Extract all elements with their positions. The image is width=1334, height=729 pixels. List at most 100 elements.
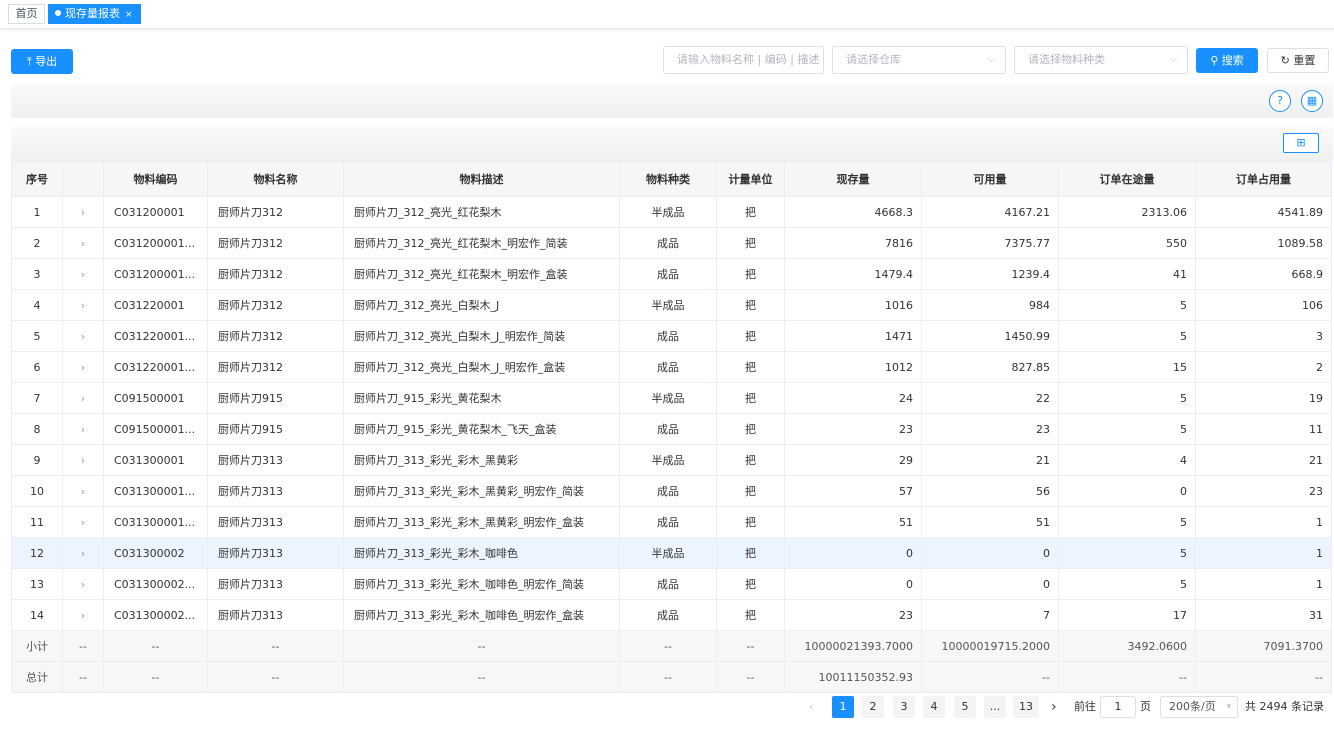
help-icon[interactable]: ? [1269,90,1291,112]
cell-material-name: 厨师片刀312 [207,227,344,259]
cell-unit: 把 [716,444,785,476]
table-row[interactable]: 11 › C031300001... 厨师片刀313 厨师片刀_313_彩光_彩木_黑黄… [11,506,1332,538]
expand-chevron-icon[interactable]: › [62,413,104,445]
prev-page-icon[interactable]: ‹ [809,696,813,718]
column-settings-icon[interactable]: ⊞ [1283,133,1319,153]
table-row[interactable]: 4 › C031220001 厨师片刀312 厨师片刀_312_亮光_白梨木_J 半成品把… [11,289,1332,321]
cell-material-desc: 厨师片刀_312_亮光_红花梨木_明宏作_盒装 [343,258,620,290]
cell-index: 7 [11,382,63,414]
cell-on-hand: 0 [784,568,922,600]
tab-home[interactable]: 首页 [8,4,45,24]
header-material-name[interactable]: 物料名称 [207,161,344,197]
expand-chevron-icon[interactable]: › [62,320,104,352]
cell-on-hand: 1471 [784,320,922,352]
cell-index: 8 [11,413,63,445]
cell-in-transit: 0 [1058,475,1196,507]
cell-allocated: 1 [1195,537,1332,569]
cell-index: 1 [11,196,63,228]
page-2[interactable]: 2 [862,696,884,718]
subtotal-row[interactable]: 小计 -- -- -- -- -- -- 10000021393.7000 1000001971… [11,630,1332,662]
expand-chevron-icon[interactable]: › [62,475,104,507]
expand-chevron-icon[interactable]: › [62,227,104,259]
table-row[interactable]: 13 › C031300002... 厨师片刀313 厨师片刀_313_彩光_彩木_咖啡… [11,568,1332,600]
cell-unit: 把 [716,568,785,600]
table-row[interactable]: 10 › C031300001... 厨师片刀313 厨师片刀_313_彩光_彩木_黑黄… [11,475,1332,507]
cell-material-type: 成品 [619,227,717,259]
table-row[interactable]: 2 › C031200001... 厨师片刀312 厨师片刀_312_亮光_红花梨木_明… [11,227,1332,259]
expand-chevron-icon[interactable]: › [62,568,104,600]
export-label: 导出 [35,55,58,68]
expand-chevron-icon[interactable]: › [62,196,104,228]
cell-on-hand: 23 [784,413,922,445]
table-header-row: 序号 物料编码 物料名称 物料描述 物料种类 计量单位 现存量 可用量 订单在途… [11,161,1332,197]
expand-chevron-icon[interactable]: › [62,289,104,321]
expand-chevron-icon[interactable]: › [62,258,104,290]
tab-inventory-report[interactable]: 现存量报表 × [48,4,141,24]
header-available[interactable]: 可用量 [921,161,1059,197]
caret-down-icon: ▾ [1226,702,1231,712]
close-icon[interactable]: × [125,10,133,20]
next-page-icon[interactable]: › [1051,696,1057,718]
expand-chevron-icon[interactable]: › [62,444,104,476]
cell-available: -- [921,661,1059,693]
cell-available: 7 [921,599,1059,631]
expand-chevron-icon[interactable]: › [62,382,104,414]
header-in-transit[interactable]: 订单在途量 [1058,161,1196,197]
cell-material-desc: 厨师片刀_313_彩光_彩木_黑黄彩_明宏作_简装 [343,475,620,507]
header-material-desc[interactable]: 物料描述 [343,161,620,197]
table-row[interactable]: 8 › C091500001... 厨师片刀915 厨师片刀_915_彩光_黄花梨木_飞… [11,413,1332,445]
page-3[interactable]: 3 [893,696,915,718]
page-5[interactable]: 5 [954,696,976,718]
page-ellipsis[interactable]: ... [984,696,1006,718]
table-row[interactable]: 3 › C031200001... 厨师片刀312 厨师片刀_312_亮光_红花梨木_明… [11,258,1332,290]
total-row[interactable]: 总计 -- -- -- -- -- -- 10011150352.93 -- -- -- [11,661,1332,693]
cell-material-name: 厨师片刀915 [207,382,344,414]
header-allocated[interactable]: 订单占用量 [1195,161,1332,197]
toolbar-divider [11,84,1333,118]
warehouse-select[interactable]: 请选择仓库 ⌵ [832,46,1006,74]
table-row[interactable]: 1 › C031200001 厨师片刀312 厨师片刀_312_亮光_红花梨木 半成品把 4… [11,196,1332,228]
cell-material-type: 半成品 [619,444,717,476]
page-size-select[interactable]: 200条/页 ▾ [1160,696,1238,718]
page-1[interactable]: 1 [832,696,854,718]
cell-allocated: 668.9 [1195,258,1332,290]
reset-button[interactable]: ↻ 重置 [1267,48,1329,73]
expand-chevron-icon[interactable]: › [62,506,104,538]
table-row[interactable]: 12 › C031300002 厨师片刀313 厨师片刀_313_彩光_彩木_咖啡色 半成… [11,537,1332,569]
cell-allocated: 1089.58 [1195,227,1332,259]
expand-chevron-icon[interactable]: › [62,351,104,383]
table-row[interactable]: 14 › C031300002... 厨师片刀313 厨师片刀_313_彩光_彩木_咖啡… [11,599,1332,631]
header-on-hand[interactable]: 现存量 [784,161,922,197]
calculator-icon[interactable]: ▦ [1301,90,1323,112]
goto-page-input[interactable]: 1 [1100,696,1136,718]
material-type-select[interactable]: 请选择物料种类 ⌵ [1014,46,1188,74]
page-4[interactable]: 4 [923,696,945,718]
table-row[interactable]: 5 › C031220001... 厨师片刀312 厨师片刀_312_亮光_白梨木_J_… [11,320,1332,352]
search-input[interactable]: 请输入物料名称 | 编码 | 描述 [663,46,824,74]
cell-unit: 把 [716,258,785,290]
cell-material-type: 成品 [619,475,717,507]
cell-material-code: C031300002 [103,537,208,569]
cell-in-transit: 5 [1058,568,1196,600]
expand-chevron-icon[interactable]: › [62,599,104,631]
header-index[interactable]: 序号 [11,161,63,197]
export-button[interactable]: ⤒ 导出 [11,49,73,74]
cell-expand: -- [62,630,104,662]
cell-unit: 把 [716,227,785,259]
table-row[interactable]: 6 › C031220001... 厨师片刀312 厨师片刀_312_亮光_白梨木_J_… [11,351,1332,383]
cell-available: 10000019715.2000 [921,630,1059,662]
header-material-code[interactable]: 物料编码 [103,161,208,197]
search-button[interactable]: ⚲ 搜索 [1196,48,1258,73]
cell-on-hand: 1012 [784,351,922,383]
header-unit[interactable]: 计量单位 [716,161,785,197]
cell-material-name: 厨师片刀313 [207,506,344,538]
table-row[interactable]: 9 › C031300001 厨师片刀313 厨师片刀_313_彩光_彩木_黑黄彩 半成品… [11,444,1332,476]
cell-allocated: 1 [1195,568,1332,600]
cell-allocated: 23 [1195,475,1332,507]
table-row[interactable]: 7 › C091500001 厨师片刀915 厨师片刀_915_彩光_黄花梨木 半成品把 2… [11,382,1332,414]
cell-material-type: 成品 [619,413,717,445]
page-13[interactable]: 13 [1013,696,1039,718]
cell-on-hand: 10000021393.7000 [784,630,922,662]
header-material-type[interactable]: 物料种类 [619,161,717,197]
cell-available: 22 [921,382,1059,414]
